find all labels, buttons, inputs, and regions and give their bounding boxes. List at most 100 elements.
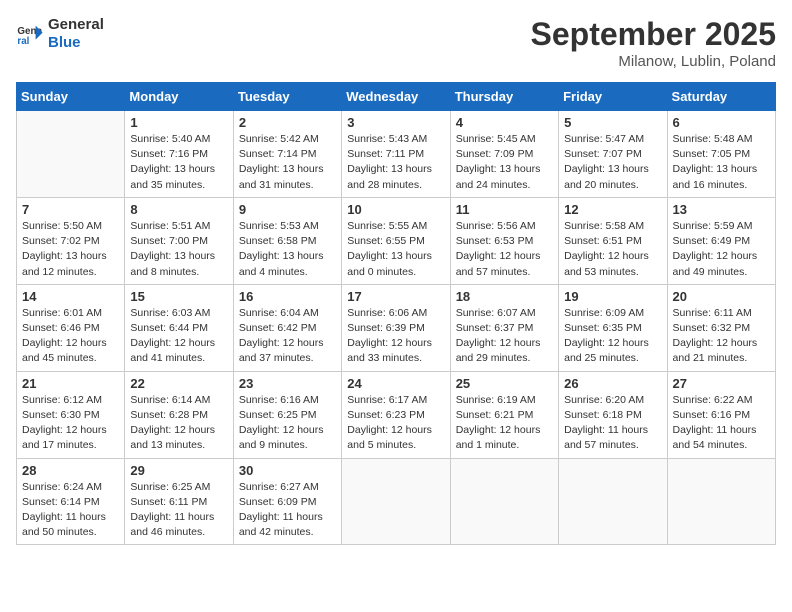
- calendar-cell: 18Sunrise: 6:07 AMSunset: 6:37 PMDayligh…: [450, 284, 558, 371]
- day-info: Sunrise: 5:43 AMSunset: 7:11 PMDaylight:…: [347, 132, 444, 193]
- calendar-cell: [450, 458, 558, 545]
- day-info: Sunrise: 5:48 AMSunset: 7:05 PMDaylight:…: [673, 132, 770, 193]
- day-info: Sunrise: 5:42 AMSunset: 7:14 PMDaylight:…: [239, 132, 336, 193]
- calendar-cell: 3 Sunrise: 5:43 AMSunset: 7:11 PMDaylight…: [342, 111, 450, 198]
- weekday-label: Tuesday: [233, 83, 341, 111]
- day-number: 1: [130, 115, 227, 130]
- calendar-cell: 22 Sunrise: 6:14 AMSunset: 6:28 PMDayligh…: [125, 371, 233, 458]
- day-info: Sunrise: 5:58 AMSunset: 6:51 PMDaylight:…: [564, 219, 661, 280]
- svg-text:ral: ral: [17, 36, 29, 47]
- calendar-table: SundayMondayTuesdayWednesdayThursdayFrid…: [16, 82, 776, 545]
- day-info: Sunrise: 6:24 AMSunset: 6:14 PMDaylight:…: [22, 480, 119, 541]
- day-info: Sunrise: 6:12 AMSunset: 6:30 PMDaylight:…: [22, 393, 119, 454]
- calendar-cell: 10Sunrise: 5:55 AMSunset: 6:55 PMDayligh…: [342, 197, 450, 284]
- calendar-cell: 9Sunrise: 5:53 AMSunset: 6:58 PMDaylight…: [233, 197, 341, 284]
- logo-icon: Gene ral: [16, 20, 44, 48]
- day-number: 2: [239, 115, 336, 130]
- month-title: September 2025: [531, 16, 776, 53]
- day-info: Sunrise: 6:22 AMSunset: 6:16 PMDaylight:…: [673, 393, 770, 454]
- calendar-cell: 5 Sunrise: 5:47 AMSunset: 7:07 PMDaylight…: [559, 111, 667, 198]
- day-info: Sunrise: 5:47 AMSunset: 7:07 PMDaylight:…: [564, 132, 661, 193]
- calendar-cell: 19 Sunrise: 6:09 AMSunset: 6:35 PMDayligh…: [559, 284, 667, 371]
- calendar-cell: 24 Sunrise: 6:17 AMSunset: 6:23 PMDayligh…: [342, 371, 450, 458]
- day-info: Sunrise: 5:50 AMSunset: 7:02 PMDaylight:…: [22, 219, 119, 280]
- day-info: Sunrise: 5:40 AMSunset: 7:16 PMDaylight:…: [130, 132, 227, 193]
- page-header: Gene ral General Blue September 2025 Mil…: [16, 16, 776, 70]
- day-info: Sunrise: 5:51 AMSunset: 7:00 PMDaylight:…: [130, 219, 227, 280]
- day-info: Sunrise: 6:03 AMSunset: 6:44 PMDaylight:…: [130, 306, 227, 367]
- calendar-cell: 21 Sunrise: 6:12 AMSunset: 6:30 PMDayligh…: [17, 371, 125, 458]
- day-info: Sunrise: 6:27 AMSunset: 6:09 PMDaylight:…: [239, 480, 336, 541]
- calendar-cell: 11 Sunrise: 5:56 AMSunset: 6:53 PMDayligh…: [450, 197, 558, 284]
- calendar-week-row: 28 Sunrise: 6:24 AMSunset: 6:14 PMDayligh…: [17, 458, 776, 545]
- day-info: Sunrise: 6:04 AMSunset: 6:42 PMDaylight:…: [239, 306, 336, 367]
- day-info: Sunrise: 6:14 AMSunset: 6:28 PMDaylight:…: [130, 393, 227, 454]
- calendar-cell: 1 Sunrise: 5:40 AMSunset: 7:16 PMDaylight…: [125, 111, 233, 198]
- day-info: Sunrise: 6:19 AMSunset: 6:21 PMDaylight:…: [456, 393, 553, 454]
- day-number: 12: [564, 202, 661, 217]
- calendar-cell: 29Sunrise: 6:25 AMSunset: 6:11 PMDayligh…: [125, 458, 233, 545]
- day-number: 25: [456, 376, 553, 391]
- day-info: Sunrise: 6:06 AMSunset: 6:39 PMDaylight:…: [347, 306, 444, 367]
- day-info: Sunrise: 6:16 AMSunset: 6:25 PMDaylight:…: [239, 393, 336, 454]
- weekday-label: Friday: [559, 83, 667, 111]
- day-info: Sunrise: 6:01 AMSunset: 6:46 PMDaylight:…: [22, 306, 119, 367]
- day-number: 7: [22, 202, 119, 217]
- calendar-cell: 13Sunrise: 5:59 AMSunset: 6:49 PMDayligh…: [667, 197, 775, 284]
- logo-line2: Blue: [48, 34, 104, 52]
- day-number: 21: [22, 376, 119, 391]
- title-block: September 2025 Milanow, Lublin, Poland: [531, 16, 776, 70]
- calendar-cell: 20Sunrise: 6:11 AMSunset: 6:32 PMDayligh…: [667, 284, 775, 371]
- day-number: 24: [347, 376, 444, 391]
- calendar-cell: 15 Sunrise: 6:03 AMSunset: 6:44 PMDayligh…: [125, 284, 233, 371]
- day-number: 23: [239, 376, 336, 391]
- calendar-cell: 7 Sunrise: 5:50 AMSunset: 7:02 PMDaylight…: [17, 197, 125, 284]
- calendar-cell: 4Sunrise: 5:45 AMSunset: 7:09 PMDaylight…: [450, 111, 558, 198]
- day-number: 17: [347, 289, 444, 304]
- calendar-cell: [342, 458, 450, 545]
- day-number: 15: [130, 289, 227, 304]
- day-number: 3: [347, 115, 444, 130]
- weekday-label: Thursday: [450, 83, 558, 111]
- day-info: Sunrise: 6:11 AMSunset: 6:32 PMDaylight:…: [673, 306, 770, 367]
- calendar-cell: 28 Sunrise: 6:24 AMSunset: 6:14 PMDayligh…: [17, 458, 125, 545]
- day-info: Sunrise: 5:53 AMSunset: 6:58 PMDaylight:…: [239, 219, 336, 280]
- weekday-label: Wednesday: [342, 83, 450, 111]
- day-number: 13: [673, 202, 770, 217]
- day-number: 5: [564, 115, 661, 130]
- calendar-cell: [559, 458, 667, 545]
- calendar-cell: [667, 458, 775, 545]
- calendar-cell: 25 Sunrise: 6:19 AMSunset: 6:21 PMDayligh…: [450, 371, 558, 458]
- day-number: 19: [564, 289, 661, 304]
- day-info: Sunrise: 6:25 AMSunset: 6:11 PMDaylight:…: [130, 480, 227, 541]
- calendar-cell: [17, 111, 125, 198]
- calendar-week-row: 21 Sunrise: 6:12 AMSunset: 6:30 PMDayligh…: [17, 371, 776, 458]
- calendar-cell: 12 Sunrise: 5:58 AMSunset: 6:51 PMDayligh…: [559, 197, 667, 284]
- weekday-header-row: SundayMondayTuesdayWednesdayThursdayFrid…: [17, 83, 776, 111]
- day-number: 30: [239, 463, 336, 478]
- calendar-cell: 30 Sunrise: 6:27 AMSunset: 6:09 PMDayligh…: [233, 458, 341, 545]
- day-number: 10: [347, 202, 444, 217]
- calendar-cell: 27Sunrise: 6:22 AMSunset: 6:16 PMDayligh…: [667, 371, 775, 458]
- location: Milanow, Lublin, Poland: [531, 53, 776, 70]
- calendar-cell: 23 Sunrise: 6:16 AMSunset: 6:25 PMDayligh…: [233, 371, 341, 458]
- day-info: Sunrise: 5:56 AMSunset: 6:53 PMDaylight:…: [456, 219, 553, 280]
- day-number: 28: [22, 463, 119, 478]
- calendar-week-row: 7 Sunrise: 5:50 AMSunset: 7:02 PMDaylight…: [17, 197, 776, 284]
- calendar-cell: 16 Sunrise: 6:04 AMSunset: 6:42 PMDayligh…: [233, 284, 341, 371]
- day-info: Sunrise: 6:09 AMSunset: 6:35 PMDaylight:…: [564, 306, 661, 367]
- weekday-label: Saturday: [667, 83, 775, 111]
- day-number: 16: [239, 289, 336, 304]
- calendar-cell: 6Sunrise: 5:48 AMSunset: 7:05 PMDaylight…: [667, 111, 775, 198]
- day-info: Sunrise: 5:45 AMSunset: 7:09 PMDaylight:…: [456, 132, 553, 193]
- day-number: 22: [130, 376, 227, 391]
- calendar-week-row: 14Sunrise: 6:01 AMSunset: 6:46 PMDayligh…: [17, 284, 776, 371]
- calendar-cell: 26Sunrise: 6:20 AMSunset: 6:18 PMDayligh…: [559, 371, 667, 458]
- calendar-cell: 17 Sunrise: 6:06 AMSunset: 6:39 PMDayligh…: [342, 284, 450, 371]
- weekday-label: Sunday: [17, 83, 125, 111]
- day-number: 11: [456, 202, 553, 217]
- logo: Gene ral General Blue: [16, 16, 104, 52]
- weekday-label: Monday: [125, 83, 233, 111]
- day-info: Sunrise: 6:17 AMSunset: 6:23 PMDaylight:…: [347, 393, 444, 454]
- calendar-body: 1 Sunrise: 5:40 AMSunset: 7:16 PMDaylight…: [17, 111, 776, 545]
